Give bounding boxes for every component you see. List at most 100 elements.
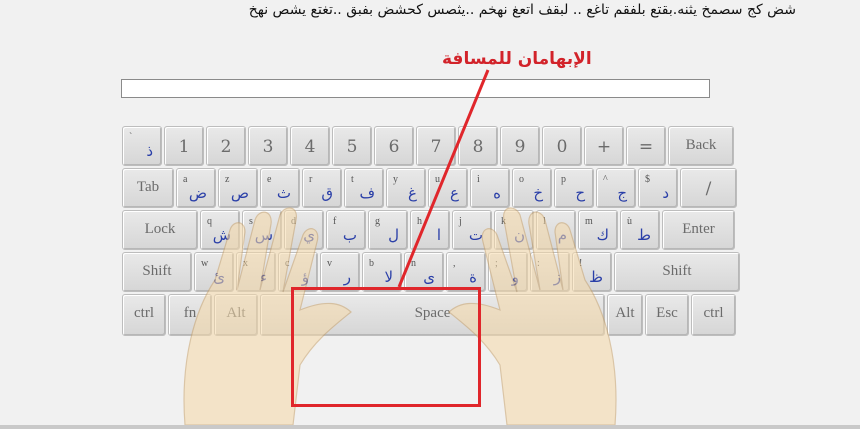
key-enter[interactable]: Enter — [662, 210, 735, 250]
key-b[interactable]: b لا — [362, 252, 402, 292]
key-0[interactable]: 0 — [542, 126, 582, 166]
key-o[interactable]: oخ — [512, 168, 552, 208]
key-arabic-label: ء — [259, 268, 267, 286]
key-lock[interactable]: Lock — [122, 210, 198, 250]
key-r[interactable]: rق — [302, 168, 342, 208]
key-arabic-label: و — [511, 268, 519, 286]
key-:[interactable]: :ز — [530, 252, 570, 292]
key-label: 6 — [388, 137, 400, 157]
key-p[interactable]: pح — [554, 168, 594, 208]
key-3[interactable]: 3 — [248, 126, 288, 166]
key-k[interactable]: kن — [494, 210, 534, 250]
key-arabic-label: ك — [596, 226, 609, 244]
key-latin-label: ! — [579, 258, 583, 269]
typing-input[interactable] — [121, 79, 710, 98]
key-2[interactable]: 2 — [206, 126, 246, 166]
key-latin-label: f — [333, 216, 337, 227]
key-q[interactable]: qش — [200, 210, 240, 250]
key-s[interactable]: sس — [242, 210, 282, 250]
key-arabic-label: ة — [469, 268, 477, 286]
key-6[interactable]: 6 — [374, 126, 414, 166]
key-arabic-label: خ — [533, 184, 543, 202]
key-l[interactable]: lم — [536, 210, 576, 250]
key-arabic-label: ي — [303, 226, 315, 244]
key-ù[interactable]: ùط — [620, 210, 660, 250]
key-5[interactable]: 5 — [332, 126, 372, 166]
key-d[interactable]: dي — [284, 210, 324, 250]
key-arabic-label: ت — [468, 226, 483, 244]
key-$[interactable]: $ د — [638, 168, 678, 208]
window-bottom-edge — [0, 425, 860, 429]
key-7[interactable]: 7 — [416, 126, 456, 166]
key-latin-label: ; — [495, 258, 498, 269]
key-label: 9 — [514, 137, 526, 157]
key-8[interactable]: 8 — [458, 126, 498, 166]
key-tab[interactable]: Tab — [122, 168, 174, 208]
key-arabic-label: ؤ — [301, 268, 309, 286]
key-shift[interactable]: Shift — [614, 252, 740, 292]
key-y[interactable]: yغ — [386, 168, 426, 208]
key-=[interactable]: = — [626, 126, 666, 166]
key-label: = — [638, 137, 654, 157]
key-9[interactable]: 9 — [500, 126, 540, 166]
key-latin-label: y — [393, 174, 398, 185]
key-arabic-label: غ — [408, 184, 417, 202]
key-arabic-label: ث — [276, 184, 291, 202]
key-latin-label: x — [243, 258, 248, 269]
key-label: ctrl — [134, 305, 154, 321]
key-label: Esc — [656, 305, 678, 321]
key-ctrl[interactable]: ctrl — [122, 294, 166, 336]
key-label: 7 — [430, 137, 442, 157]
key-ctrl[interactable]: ctrl — [691, 294, 736, 336]
key-u[interactable]: uع — [428, 168, 468, 208]
key-4[interactable]: 4 — [290, 126, 330, 166]
key-m[interactable]: mك — [578, 210, 618, 250]
key-t[interactable]: tف — [344, 168, 384, 208]
space-key-highlight — [291, 287, 481, 407]
key-h[interactable]: hا — [410, 210, 450, 250]
key-latin-label: q — [207, 216, 212, 227]
key-c[interactable]: cؤ — [278, 252, 318, 292]
key-label: Lock — [144, 221, 176, 237]
key-shift[interactable]: Shift — [122, 252, 192, 292]
key-label: Enter — [682, 221, 715, 237]
key-latin-label: b — [369, 258, 374, 269]
key-arabic-label: ح — [575, 184, 585, 202]
key-latin-label: k — [501, 216, 506, 227]
key-+[interactable]: + — [584, 126, 624, 166]
key-i[interactable]: iه — [470, 168, 510, 208]
key-arabic-label: ش — [212, 226, 231, 244]
key-^[interactable]: ^ ج — [596, 168, 636, 208]
key-label: ctrl — [703, 305, 724, 321]
key-;[interactable]: ; و — [488, 252, 528, 292]
key-alt[interactable]: Alt — [214, 294, 258, 336]
key-latin-label: z — [225, 174, 230, 185]
key-n[interactable]: nى — [404, 252, 444, 292]
key-v[interactable]: vر — [320, 252, 360, 292]
key-label: Alt — [226, 305, 246, 321]
key-latin-label: , — [453, 258, 456, 269]
key-e[interactable]: eث — [260, 168, 300, 208]
key-back[interactable]: Back — [668, 126, 734, 166]
key-z[interactable]: zص — [218, 168, 258, 208]
key-`[interactable]: ` ذ — [122, 126, 162, 166]
key-w[interactable]: wئ — [194, 252, 234, 292]
key-fn[interactable]: fn — [168, 294, 212, 336]
key-g[interactable]: gل — [368, 210, 408, 250]
key-j[interactable]: jت — [452, 210, 492, 250]
key-1[interactable]: 1 — [164, 126, 204, 166]
key-label: 8 — [472, 137, 484, 157]
key-label: / — [705, 179, 712, 199]
key-/[interactable]: / — [680, 168, 737, 208]
key-latin-label: $ — [645, 174, 650, 185]
key-,[interactable]: ,ة — [446, 252, 486, 292]
key-esc[interactable]: Esc — [645, 294, 689, 336]
key-alt[interactable]: Alt — [607, 294, 643, 336]
key-f[interactable]: fب — [326, 210, 366, 250]
key-a[interactable]: aض — [176, 168, 216, 208]
key-latin-label: d — [291, 216, 296, 227]
key-latin-label: j — [459, 216, 462, 227]
key-x[interactable]: xء — [236, 252, 276, 292]
key-![interactable]: ! ظ — [572, 252, 612, 292]
key-label: Shift — [142, 263, 172, 279]
